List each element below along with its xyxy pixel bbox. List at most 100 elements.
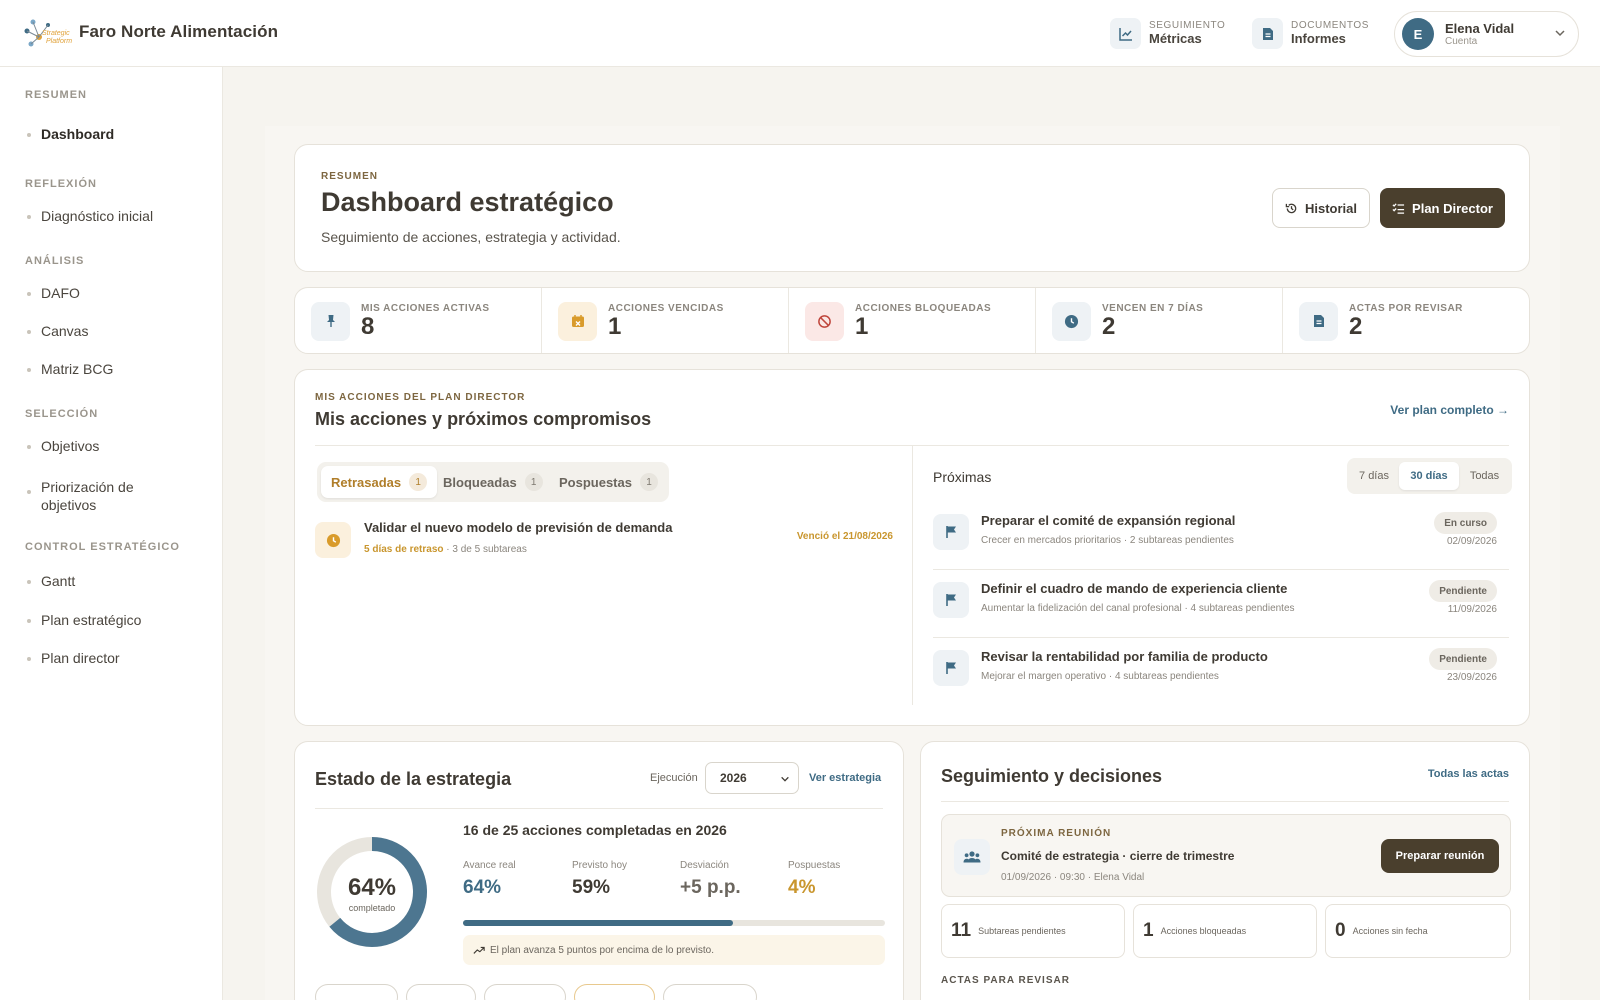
kpi-vencidas[interactable]: ACCIONES VENCIDAS 1 [542,288,789,353]
page-subtitle: Seguimiento de acciones, estrategia y ac… [321,229,621,245]
next-meeting-panel: PRÓXIMA REUNIÓN Comité de estrategia · c… [941,814,1511,897]
nav-informes[interactable]: DOCUMENTOS Informes [1252,18,1369,49]
kpi-value: 2 [1349,312,1363,340]
sidebar-item-diagnostico[interactable]: Diagnóstico inicial [27,208,153,224]
status-badge: En curso [1434,512,1497,534]
history-label: Historial [1304,200,1357,216]
progress-bar [463,920,885,926]
progress-bar-fill [463,920,734,926]
upcoming-item-title: Definir el cuadro de mando de experienci… [981,581,1288,596]
plan-director-button[interactable]: Plan Director [1380,188,1505,228]
sidebar-section-control: CONTROL ESTRATÉGICO [25,541,180,553]
sidebar-section-reflexion: REFLEXIÓN [25,178,97,190]
company-logo[interactable]: Strategic Platform [24,17,72,49]
donut-value: 64% [347,874,397,901]
upcoming-item[interactable]: Definir el cuadro de mando de experienci… [933,570,1509,638]
sidebar-section-analisis: ANÁLISIS [25,255,85,267]
range-todas[interactable]: Todas [1461,462,1508,490]
nav-informes-eyebrow: DOCUMENTOS [1291,20,1370,31]
sidebar-section-seleccion: SELECCIÓN [25,408,99,420]
all-minutes-link[interactable]: Todas las actas [1428,768,1509,780]
strategy-card: Estado de la estrategia Ejecución 2026 V… [294,741,904,1000]
tab-pospuestas[interactable]: Pospuestas 1 [549,466,668,498]
upcoming-item-date: 11/09/2026 [1447,604,1497,615]
sidebar-item-label: Gantt [41,573,76,589]
mini-stat-sin-fecha[interactable]: 0 Acciones sin fecha [1325,904,1511,958]
calendar-x-icon [558,301,597,341]
overdue-delay: 5 días de retraso [364,544,444,555]
sidebar-item-plan-director[interactable]: Plan director [27,650,120,666]
strategy-title: Estado de la estrategia [315,769,512,789]
sidebar-item-plan-estrategico[interactable]: Plan estratégico [27,612,141,628]
kpi-bloqueadas[interactable]: ACCIONES BLOQUEADAS 1 [789,288,1036,353]
kpi-label: ACCIONES VENCIDAS [608,302,724,314]
sidebar-item-label: Plan estratégico [41,612,142,628]
overdue-action-title: Validar el nuevo modelo de previsión de … [364,520,673,535]
overdue-meta: · 3 de 5 subtareas [446,544,527,555]
tab-bloqueadas[interactable]: Bloqueadas 1 [433,466,553,498]
flag-icon [933,582,969,618]
filter-chip[interactable] [315,984,398,1000]
kpi-label: ACCIONES BLOQUEADAS [855,302,992,314]
clock-icon [1052,301,1091,341]
year-select[interactable]: 2026 [705,762,799,794]
filter-chip[interactable] [574,984,655,1000]
tab-retrasadas[interactable]: Retrasadas 1 [321,466,438,498]
kpi-value: 1 [855,312,869,340]
kpi-vencen-7-dias[interactable]: VENCEN EN 7 DÍAS 2 [1036,288,1283,353]
clock-icon [315,522,351,558]
filter-chip[interactable] [406,984,476,1000]
filter-chip[interactable] [663,984,757,1000]
overdue-action-item[interactable]: Validar el nuevo modelo de previsión de … [315,520,893,562]
status-badge: Pendiente [1429,648,1497,670]
document-icon [1252,18,1283,49]
stat-previsto-hoy: Previsto hoy 59% [572,860,628,898]
range-7-dias[interactable]: 7 días [1351,462,1397,490]
sidebar-item-dafo[interactable]: DAFO [27,285,80,301]
user-subtitle: Cuenta [1445,35,1478,47]
sidebar-item-gantt[interactable]: Gantt [27,573,75,589]
upcoming-item[interactable]: Preparar el comité de expansión regional… [933,502,1509,570]
filter-chip[interactable] [484,984,566,1000]
decisions-card: Seguimiento y decisiones Todas las actas… [920,741,1530,1000]
see-full-plan-link[interactable]: Ver plan completo → [1390,403,1509,417]
sidebar-section-resumen: RESUMEN [25,89,88,101]
nav-metricas[interactable]: SEGUIMIENTO Métricas [1110,18,1225,49]
prepare-meeting-button[interactable]: Preparar reunión [1381,839,1499,873]
sidebar-item-objetivos[interactable]: Objetivos [27,438,99,454]
nav-informes-label: Informes [1291,31,1346,46]
kpi-mis-acciones[interactable]: MIS ACCIONES ACTIVAS 8 [295,288,542,353]
flag-icon [933,650,969,686]
blocked-icon [805,301,844,341]
sidebar-item-matriz-bcg[interactable]: Matriz BCG [27,361,113,377]
sidebar-item-priorizacion[interactable]: Priorización de objetivos [27,478,167,514]
sidebar-item-canvas[interactable]: Canvas [27,323,88,339]
see-strategy-link[interactable]: Ver estrategia [809,772,881,784]
user-menu[interactable]: E Elena Vidal Cuenta [1394,11,1579,57]
range-30-dias[interactable]: 30 días [1399,462,1459,490]
sidebar-item-label: Diagnóstico inicial [41,208,154,224]
mini-stat-subtareas[interactable]: 11 Subtareas pendientes [941,904,1125,958]
svg-text:Platform: Platform [46,38,72,45]
company-name: Faro Norte Alimentación [79,22,279,41]
kpi-label: MIS ACCIONES ACTIVAS [361,302,490,314]
kpi-actas[interactable]: ACTAS POR REVISAR 2 [1283,288,1529,353]
meeting-title: Comité de estrategia · cierre de trimest… [1001,849,1235,863]
actions-eyebrow: MIS ACCIONES DEL PLAN DIRECTOR [315,392,526,403]
minutes-section-title: ACTAS PARA REVISAR [941,975,1070,986]
history-button[interactable]: Historial [1272,188,1370,228]
hero-card: RESUMEN Dashboard estratégico Seguimient… [294,144,1530,272]
sidebar-item-label: Canvas [41,323,89,339]
plan-director-label: Plan Director [1412,200,1493,216]
upcoming-item[interactable]: Revisar la rentabilidad por familia de p… [933,638,1509,706]
sidebar-item-dashboard[interactable]: Dashboard [27,126,114,142]
upcoming-item-date: 02/09/2026 [1446,536,1497,547]
page-title: Dashboard estratégico [321,187,614,217]
chart-line-icon [1110,18,1141,49]
sidebar-item-label: Priorización de objetivos [41,479,134,513]
mini-stat-bloqueadas[interactable]: 1 Acciones bloqueadas [1133,904,1317,958]
kpi-label: ACTAS POR REVISAR [1349,302,1463,314]
kpi-value: 1 [608,312,622,340]
stat-avance-real: Avance real 64% [463,860,516,898]
list-check-icon [1392,202,1405,214]
